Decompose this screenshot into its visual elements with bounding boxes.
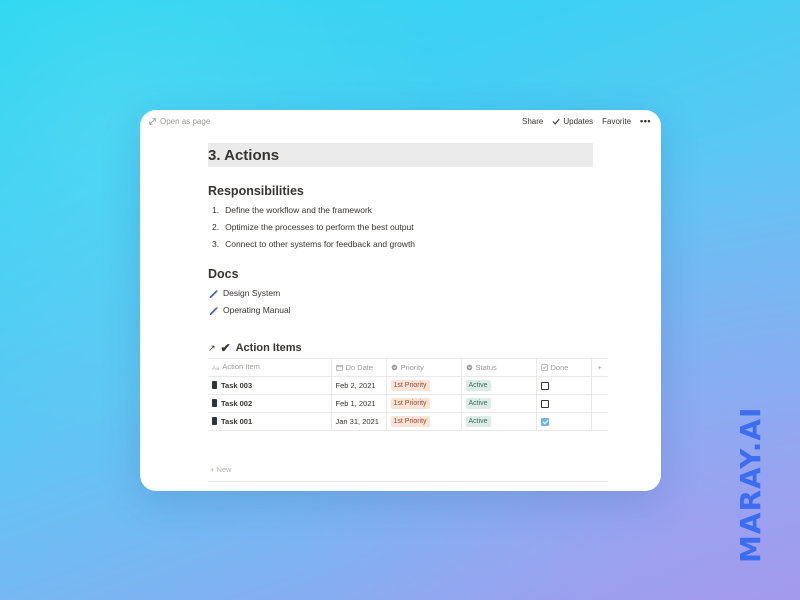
column-header-priority[interactable]: Priority <box>386 358 462 377</box>
column-header-action-item[interactable]: Aa Action Item <box>208 358 332 377</box>
cell-empty <box>591 394 608 413</box>
cell-date[interactable]: Feb 1, 2021 <box>331 394 387 413</box>
more-options-icon[interactable]: ••• <box>640 117 651 126</box>
doc-link-label: Operating Manual <box>223 305 291 315</box>
task-name: Task 001 <box>221 417 253 426</box>
cell-done <box>536 394 592 413</box>
cell-date[interactable]: Feb 2, 2021 <box>331 376 387 395</box>
list-text: Define the workflow and the framework <box>225 205 373 215</box>
cell-status[interactable]: Active <box>461 412 537 431</box>
cell-empty <box>591 412 608 431</box>
cell-priority[interactable]: 1st Priority <box>386 376 462 395</box>
column-label: Priority <box>400 363 424 372</box>
responsibilities-list: 1. Define the workflow and the framework… <box>212 205 415 256</box>
doc-link-operating-manual[interactable]: Operating Manual <box>208 305 291 322</box>
database-title[interactable]: ↗ ✔ Action Items <box>208 341 302 355</box>
task-name: Task 002 <box>221 399 253 408</box>
brand-watermark: MARAY.AI <box>734 406 767 563</box>
cell-task[interactable]: Task 003 <box>208 376 332 395</box>
checkbox-property-icon <box>540 364 548 371</box>
list-number: 3. <box>212 239 220 249</box>
table-header-row: Aa Action Item Do Date Priority Status Do… <box>208 358 608 377</box>
status-tag: Active <box>465 416 491 427</box>
pen-icon <box>209 306 219 315</box>
table-row[interactable]: Task 001 Jan 31, 2021 1st Priority Activ… <box>208 412 608 431</box>
table-row[interactable]: Task 002 Feb 1, 2021 1st Priority Active <box>208 394 608 413</box>
doc-link-label: Design System <box>223 288 281 298</box>
cell-task[interactable]: Task 001 <box>208 412 332 431</box>
cell-priority[interactable]: 1st Priority <box>386 412 462 431</box>
mobile-phone-icon <box>212 417 217 425</box>
favorite-button[interactable]: Favorite <box>602 117 631 126</box>
task-name: Task 003 <box>221 381 253 390</box>
pen-icon <box>209 289 219 298</box>
status-tag: Active <box>465 380 491 391</box>
expand-icon <box>149 118 156 125</box>
add-property-button[interactable]: + <box>591 358 608 377</box>
column-label: Done <box>550 363 569 372</box>
select-icon <box>466 364 472 371</box>
notion-page-window: Open as page Share Updates Favorite ••• … <box>140 110 661 491</box>
checkmark-icon <box>552 118 560 125</box>
cell-date[interactable]: Jan 31, 2021 <box>331 412 387 431</box>
cell-task[interactable]: Task 002 <box>208 394 332 413</box>
favorite-label: Favorite <box>602 117 632 126</box>
list-item: 3. Connect to other systems for feedback… <box>212 239 415 256</box>
cell-status[interactable]: Active <box>461 394 537 413</box>
cell-done <box>536 376 592 395</box>
share-button[interactable]: Share <box>522 117 543 126</box>
database-title-label: Action Items <box>235 342 302 354</box>
select-icon <box>391 364 397 371</box>
divider <box>208 481 608 482</box>
list-text: Optimize the processes to perform the be… <box>225 222 414 232</box>
cell-empty <box>591 376 608 395</box>
share-label: Share <box>521 117 544 126</box>
column-label: Status <box>475 363 497 372</box>
list-item: 1. Define the workflow and the framework <box>212 205 415 222</box>
page-content: 3. Actions Responsibilities 1. Define th… <box>208 143 608 482</box>
list-number: 1. <box>212 205 220 215</box>
top-actions: Share Updates Favorite ••• <box>522 117 651 127</box>
linked-arrow-icon: ↗ <box>208 342 216 353</box>
responsibilities-heading: Responsibilities <box>208 184 304 198</box>
column-header-done[interactable]: Done <box>536 358 592 377</box>
list-text: Connect to other systems for feedback an… <box>225 239 416 249</box>
priority-tag: 1st Priority <box>390 380 430 391</box>
done-checkbox[interactable] <box>540 400 549 408</box>
column-header-do-date[interactable]: Do Date <box>331 358 387 377</box>
doc-link-design-system[interactable]: Design System <box>208 288 291 305</box>
docs-list: Design System Operating Manual <box>208 288 291 322</box>
updates-button[interactable]: Updates <box>552 117 593 126</box>
column-label: Do Date <box>345 363 374 372</box>
updates-label: Updates <box>563 117 594 126</box>
column-header-status[interactable]: Status <box>461 358 537 377</box>
done-checkbox[interactable] <box>540 382 549 390</box>
done-checkbox[interactable] <box>540 418 549 426</box>
mobile-phone-icon <box>212 399 217 407</box>
priority-tag: 1st Priority <box>390 398 430 409</box>
cell-done <box>536 412 592 431</box>
action-items-table: Aa Action Item Do Date Priority Status Do… <box>208 358 608 431</box>
top-bar: Open as page Share Updates Favorite ••• <box>140 110 661 132</box>
mobile-phone-icon <box>212 381 217 389</box>
text-property-icon: Aa <box>212 366 220 372</box>
column-label: Action Item <box>222 362 260 371</box>
list-number: 2. <box>212 222 220 232</box>
table-row[interactable]: Task 003 Feb 2, 2021 1st Priority Active <box>208 376 608 395</box>
docs-heading: Docs <box>208 267 239 281</box>
cell-priority[interactable]: 1st Priority <box>386 394 462 413</box>
priority-tag: 1st Priority <box>390 416 430 427</box>
checkmark-icon: ✔ <box>220 341 231 355</box>
cell-status[interactable]: Active <box>461 376 537 395</box>
new-row-button[interactable]: + New <box>210 465 231 474</box>
list-item: 2. Optimize the processes to perform the… <box>212 222 415 239</box>
status-tag: Active <box>465 398 491 409</box>
open-as-page-label: Open as page <box>160 117 211 126</box>
open-as-page-button[interactable]: Open as page <box>149 117 210 126</box>
calendar-icon <box>335 365 343 371</box>
page-title[interactable]: 3. Actions <box>208 143 593 167</box>
